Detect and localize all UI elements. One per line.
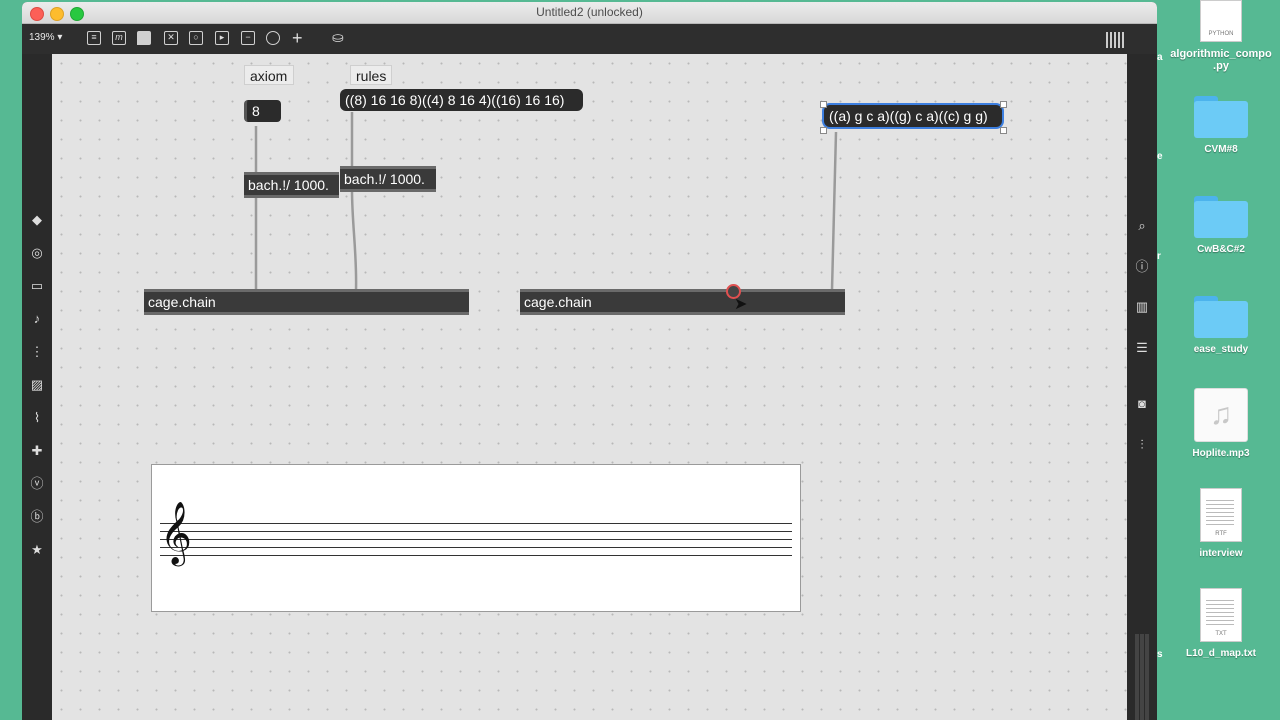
slider-icon[interactable]: − (241, 31, 255, 45)
info-icon[interactable]: ⓘ (1134, 259, 1150, 275)
plugin-icon[interactable]: ✚ (29, 443, 45, 459)
level-meter (1135, 634, 1149, 720)
patch-cord (350, 189, 358, 291)
audio-icon[interactable]: ◎ (29, 245, 45, 261)
toggle-icon[interactable]: ✕ (164, 31, 178, 45)
partial-label: a (1157, 52, 1163, 63)
zoom-level[interactable]: 139% ▾ (29, 32, 62, 43)
mixer-icon[interactable]: ⫶ (1134, 437, 1150, 453)
snapshot-camera-icon[interactable]: ◙ (1134, 396, 1150, 412)
sequencer-icon[interactable]: ⋮ (29, 344, 45, 360)
selection-handle[interactable] (820, 101, 827, 108)
audio-file-icon: ♫ (1194, 388, 1248, 442)
bpatcher-icon[interactable]: ⓑ (29, 509, 45, 525)
desktop-file-hoplite[interactable]: ♫ Hoplite.mp3 (1166, 388, 1276, 459)
patcher-icon[interactable]: ≡ (87, 31, 101, 45)
add-object-icon[interactable]: + (292, 28, 303, 49)
staff-line (160, 539, 792, 540)
message-icon[interactable]: m (112, 31, 126, 45)
selected-message[interactable]: ((a) g c a)((g) c a)((c) g g) (824, 105, 1002, 127)
image-icon[interactable]: ▨ (29, 377, 45, 393)
desktop-file-label: CVM#8 (1204, 144, 1238, 155)
number-icon[interactable]: ▸ (215, 31, 229, 45)
desktop-file-label: algorithmic_compo .py (1170, 48, 1272, 72)
cage-chain-object-2[interactable]: cage.chain (520, 289, 845, 315)
max-window: Untitled2 (unlocked) 139% ▾ ≡ m ✕ ○ ▸ − … (22, 2, 1157, 720)
comment-icon[interactable] (137, 31, 151, 45)
video-icon[interactable]: ▭ (29, 278, 45, 294)
desktop-file-l10[interactable]: TXT L10_d_map.txt (1166, 588, 1276, 659)
staff-line (160, 531, 792, 532)
button-icon[interactable]: ○ (189, 31, 203, 45)
folder-icon (1194, 196, 1248, 238)
desktop-file-python[interactable]: PYTHON algorithmic_compo .py (1166, 0, 1276, 72)
desktop-file-interview[interactable]: RTF interview (1166, 488, 1276, 559)
grid-icon[interactable] (1106, 32, 1124, 48)
python-file-icon: PYTHON (1200, 0, 1242, 42)
desktop-folder-cwbc2[interactable]: CwB&C#2 (1166, 196, 1276, 255)
comment-rules[interactable]: rules (350, 65, 392, 85)
left-sidebar: ◆ ◎ ▭ ♪ ⋮ ▨ ⌇ ✚ ⓥ ⓑ ★ (22, 54, 52, 720)
dial-icon[interactable] (266, 31, 280, 45)
math-object-2[interactable]: bach.!/ 1000. (340, 166, 436, 192)
rtf-file-icon: RTF (1200, 488, 1242, 542)
vst-icon[interactable]: ⓥ (29, 476, 45, 492)
desktop-file-label: ease_study (1193, 344, 1249, 355)
folder-icon (1194, 96, 1248, 138)
selection-handle[interactable] (820, 127, 827, 134)
score-display[interactable]: 𝄞 (151, 464, 801, 612)
patch-cords (254, 112, 838, 291)
window-title: Untitled2 (unlocked) (536, 5, 643, 19)
cage-chain-object-1[interactable]: cage.chain (144, 289, 469, 315)
desktop-folder-cvm8[interactable]: CVM#8 (1166, 96, 1276, 155)
rules-message[interactable]: ((8) 16 16 8)((4) 8 16 4)((16) 16 16) (340, 89, 583, 111)
desktop-folder-ease-study[interactable]: ease_study (1166, 296, 1276, 355)
partial-label: s (1157, 649, 1163, 660)
favorite-star-icon[interactable]: ★ (29, 542, 45, 558)
desktop-file-label: L10_d_map.txt (1185, 648, 1257, 659)
staff-line (160, 547, 792, 548)
title-bar[interactable]: Untitled2 (unlocked) (22, 2, 1157, 24)
console-list-icon[interactable]: ☰ (1134, 340, 1150, 356)
search-icon[interactable]: ⌕ (1134, 218, 1150, 234)
staff-line (160, 523, 792, 524)
right-sidebar: ⌕ ⓘ ▥ ☰ ◙ ⫶ (1127, 54, 1157, 720)
music-note-icon[interactable]: ♪ (29, 311, 45, 327)
patcher-toolbar: 139% ▾ ≡ m ✕ ○ ▸ − + ⛀ (22, 24, 1157, 54)
new-object-icon[interactable]: ◆ (29, 212, 45, 228)
desktop-file-label: CwB&C#2 (1197, 244, 1245, 255)
patch-cord (830, 131, 838, 291)
mouse-cursor-icon: ➤ (734, 296, 748, 313)
comment-axiom[interactable]: axiom (244, 65, 294, 85)
partial-label: e (1157, 151, 1163, 162)
desktop-file-label: interview (1199, 548, 1243, 559)
desktop-file-label: Hoplite.mp3 (1192, 448, 1250, 459)
math-object-1[interactable]: bach.!/ 1000. (244, 172, 339, 198)
folder-icon (1194, 296, 1248, 338)
paint-bucket-icon[interactable]: ⛀ (332, 29, 344, 46)
txt-file-icon: TXT (1200, 588, 1242, 642)
selection-handle[interactable] (1000, 101, 1007, 108)
patcher-canvas[interactable]: axiom rules 8 ((8) 16 16 8)((4) 8 16 4)(… (52, 54, 1127, 720)
paperclip-icon[interactable]: ⌇ (29, 410, 45, 426)
number-box-axiom[interactable]: 8 (244, 100, 281, 122)
partial-label: r (1157, 251, 1161, 262)
selection-handle[interactable] (1000, 127, 1007, 134)
treble-clef-icon: 𝄞 (160, 501, 192, 564)
reference-book-icon[interactable]: ▥ (1134, 299, 1150, 315)
staff-line (160, 555, 792, 556)
